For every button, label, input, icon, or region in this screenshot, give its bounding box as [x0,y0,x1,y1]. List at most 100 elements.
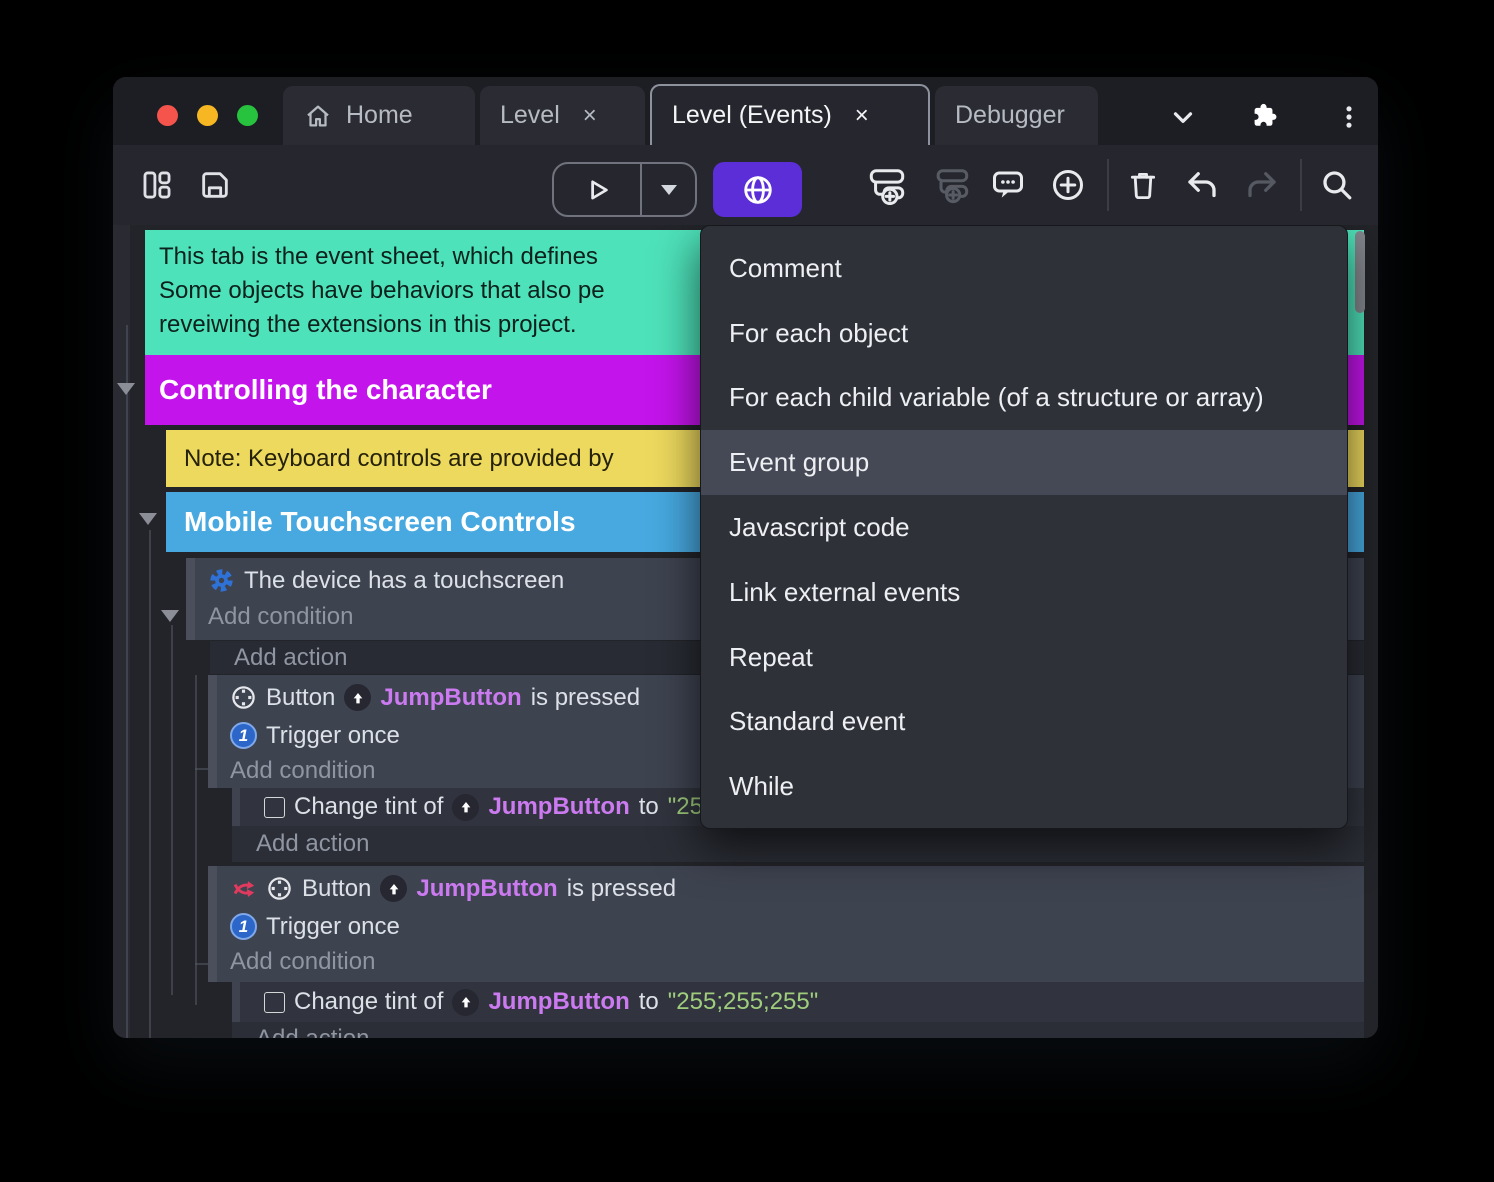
add-action-label: Add action [256,1025,369,1038]
add-condition-label: Add condition [230,948,376,975]
undo-icon [1188,172,1216,198]
action-value: "255;255;255" [667,988,819,1015]
tree-tick [195,963,209,965]
tree-line [149,530,151,1038]
home-icon [303,101,333,131]
tree-line [195,675,197,1005]
desktop-background: Home Level × Level (Events) × Debugger T… [0,0,1494,1182]
toolbar-divider [1107,159,1109,211]
redo-icon [1248,172,1276,198]
close-tab-icon[interactable]: × [855,102,869,130]
menu-item-for-each-object[interactable]: For each object [701,301,1347,366]
search-button[interactable] [1315,163,1359,207]
tab-home[interactable]: Home [283,86,475,145]
trigger-once-icon: 1 [230,722,257,749]
save-icon [202,172,228,198]
menu-item-label: Standard event [729,706,906,737]
tab-level[interactable]: Level × [480,86,645,145]
save-button[interactable] [193,163,237,207]
collapse-arrow-icon[interactable] [161,610,179,622]
action-text: Change tint of [294,988,444,1015]
add-condition-link[interactable]: Add condition [217,945,1364,979]
add-action-label: Add action [256,830,370,857]
preview-options-button[interactable] [642,164,695,215]
menu-item-for-each-child-variable[interactable]: For each child variable (of a structure … [701,366,1347,431]
menu-item-javascript-code[interactable]: Javascript code [701,495,1347,560]
tint-color-icon [264,796,285,818]
menu-item-label: For each child variable (of a structure … [729,382,1264,413]
tab-list-dropdown-button[interactable] [1165,99,1201,135]
add-subevent-button[interactable] [929,163,973,207]
plus-circle-icon [1053,170,1083,200]
menu-item-label: Comment [729,252,842,283]
event-sheet-toolbar [113,145,1378,225]
trash-icon [1130,172,1156,200]
add-comment-button[interactable] [986,163,1030,207]
object-name: Button [266,683,336,711]
play-icon [591,180,608,199]
condition-text: Trigger once [266,912,400,940]
object-name: Button [302,874,372,902]
zoom-window-button[interactable] [237,105,258,126]
tab-label: Level [500,101,560,129]
collapse-arrow-icon[interactable] [139,513,157,525]
add-action-link[interactable]: Add action [232,1022,1364,1038]
menu-item-label: Event group [729,447,870,478]
tree-line [171,625,173,995]
remote-preview-button[interactable] [713,162,802,217]
main-menu-button[interactable] [1331,99,1367,135]
event-block-jumpbutton-not-pressed[interactable]: Button JumpButton is pressed 1 Trigger o… [208,866,1364,982]
tab-level-events[interactable]: Level (Events) × [650,84,930,145]
menu-item-comment[interactable]: Comment [701,236,1347,301]
menu-item-standard-event[interactable]: Standard event [701,690,1347,755]
construct-editor-window: Home Level × Level (Events) × Debugger T… [113,77,1378,1038]
invert-condition-icon [233,881,255,897]
puzzle-icon [1254,103,1277,126]
group-title: Mobile Touchscreen Controls [184,506,576,537]
add-subevent-icon [936,169,969,204]
tab-debugger[interactable]: Debugger [935,86,1098,145]
toggle-panels-button[interactable] [135,163,179,207]
menu-item-label: Javascript code [729,512,910,543]
instance-name: JumpButton [416,874,558,902]
menu-item-event-group[interactable]: Event group [701,430,1347,496]
tab-label: Home [346,101,413,129]
add-button[interactable] [1046,163,1090,207]
addons-button[interactable] [1247,99,1283,135]
add-event-button[interactable] [865,163,909,207]
toolbar-divider [1300,159,1302,211]
redo-button[interactable] [1240,163,1284,207]
to-word: to [638,793,659,820]
tree-line [126,325,128,1038]
menu-item-while[interactable]: While [701,754,1347,819]
tab-label: Level (Events) [672,101,832,129]
minimize-window-button[interactable] [197,105,218,126]
menu-item-label: While [729,771,795,802]
instance-name: JumpButton [380,683,522,711]
comment-bubble-icon [993,171,1023,198]
globe-icon [743,175,772,204]
condition-text: Trigger once [266,721,400,749]
preview-button[interactable] [554,164,642,215]
group-title: Controlling the character [159,374,492,405]
menu-item-repeat[interactable]: Repeat [701,625,1347,690]
collapse-arrow-icon[interactable] [117,383,135,395]
menu-item-link-external-events[interactable]: Link external events [701,560,1347,625]
vertical-scrollbar-thumb[interactable] [1355,231,1365,313]
tree-tick [195,768,209,770]
instance-name: JumpButton [488,793,630,820]
system-gear-icon [210,569,233,592]
condition-suffix: is pressed [566,874,677,902]
delete-button[interactable] [1121,163,1165,207]
close-window-button[interactable] [157,105,178,126]
add-action-label: Add action [234,643,348,671]
close-tab-icon[interactable]: × [583,102,597,130]
instance-arrow-icon [380,875,408,902]
undo-button[interactable] [1180,163,1224,207]
add-action-link[interactable]: Add action [232,826,1364,862]
condition-text: The device has a touchscreen [244,566,565,594]
menu-item-label: Repeat [729,641,813,672]
action-change-tint[interactable]: Change tint of JumpButton to "255;255;25… [232,982,1364,1022]
trigger-once-icon: 1 [230,913,257,940]
condition-suffix: is pressed [530,683,641,711]
